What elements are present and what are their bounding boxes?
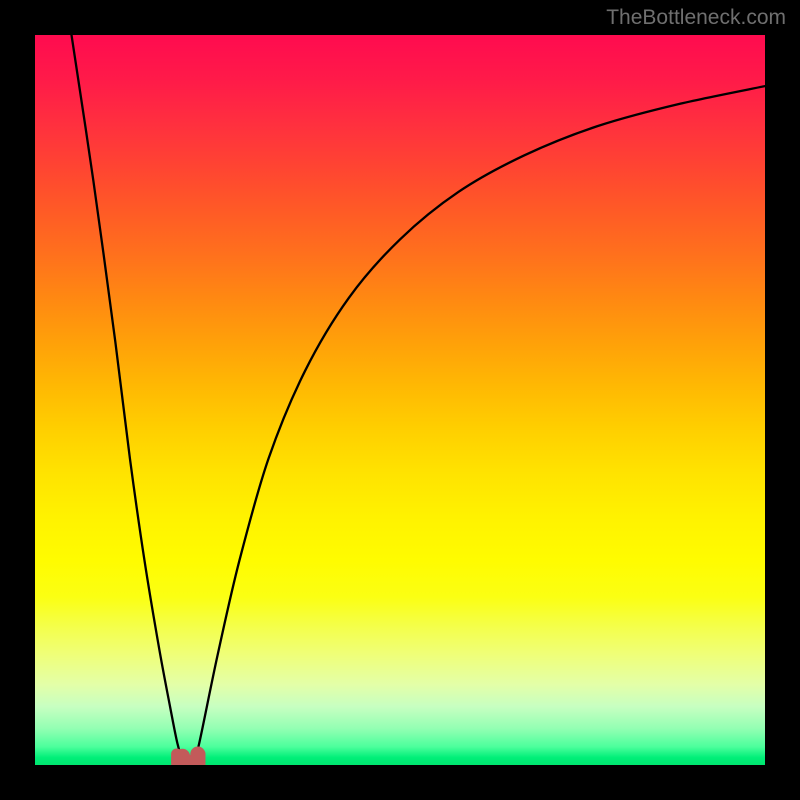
plot-area	[35, 35, 765, 765]
watermark-text: TheBottleneck.com	[606, 6, 786, 30]
chart-frame: TheBottleneck.com	[0, 0, 800, 800]
bottleneck-curve	[72, 35, 766, 765]
curve-layer	[35, 35, 765, 765]
